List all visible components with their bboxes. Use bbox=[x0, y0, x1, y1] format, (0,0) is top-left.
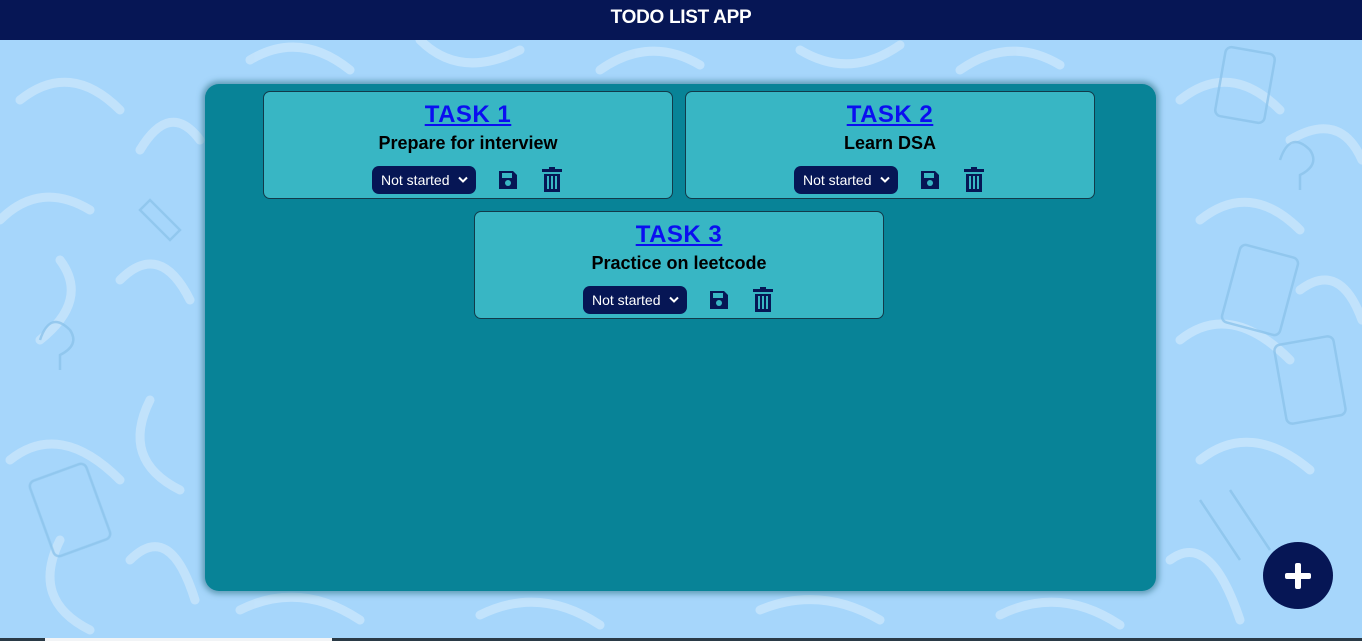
trash-icon bbox=[753, 287, 773, 312]
trash-icon bbox=[542, 167, 562, 192]
task-card: TASK 1 Prepare for interview Not started bbox=[263, 91, 673, 199]
status-select-value: Not started bbox=[592, 292, 661, 308]
status-select[interactable]: Not started bbox=[794, 166, 898, 194]
add-task-button[interactable] bbox=[1263, 542, 1333, 609]
task-controls: Not started bbox=[264, 166, 672, 194]
delete-button[interactable] bbox=[540, 167, 564, 193]
task-description: Prepare for interview bbox=[378, 133, 558, 153]
chevron-down-icon bbox=[458, 176, 468, 183]
task-title-link[interactable]: TASK 3 bbox=[475, 221, 883, 249]
task-title-link[interactable]: TASK 2 bbox=[686, 101, 1094, 129]
floppy-disk-icon bbox=[921, 171, 939, 189]
task-card: TASK 3 Practice on leetcode Not started bbox=[474, 211, 884, 319]
chevron-down-icon bbox=[880, 176, 890, 183]
status-select-value: Not started bbox=[803, 172, 872, 188]
task-board: TASK 1 Prepare for interview Not started bbox=[205, 84, 1156, 591]
save-button[interactable] bbox=[707, 287, 731, 313]
floppy-disk-icon bbox=[499, 171, 517, 189]
floppy-disk-icon bbox=[710, 291, 728, 309]
plus-icon bbox=[1285, 562, 1311, 589]
status-select[interactable]: Not started bbox=[583, 286, 687, 314]
save-button[interactable] bbox=[918, 167, 942, 193]
trash-icon bbox=[964, 167, 984, 192]
task-controls: Not started bbox=[475, 286, 883, 314]
task-description: Learn DSA bbox=[843, 133, 937, 153]
delete-button[interactable] bbox=[962, 167, 986, 193]
status-select[interactable]: Not started bbox=[372, 166, 476, 194]
app-header: TODO LIST APP bbox=[0, 0, 1362, 40]
task-card: TASK 2 Learn DSA Not started bbox=[685, 91, 1095, 199]
status-select-value: Not started bbox=[381, 172, 450, 188]
app-title: TODO LIST APP bbox=[610, 7, 752, 28]
chevron-down-icon bbox=[669, 296, 679, 303]
task-description: Practice on leetcode bbox=[591, 253, 767, 273]
task-controls: Not started bbox=[686, 166, 1094, 194]
task-title-link[interactable]: TASK 1 bbox=[264, 101, 672, 129]
save-button[interactable] bbox=[496, 167, 520, 193]
delete-button[interactable] bbox=[751, 287, 775, 313]
